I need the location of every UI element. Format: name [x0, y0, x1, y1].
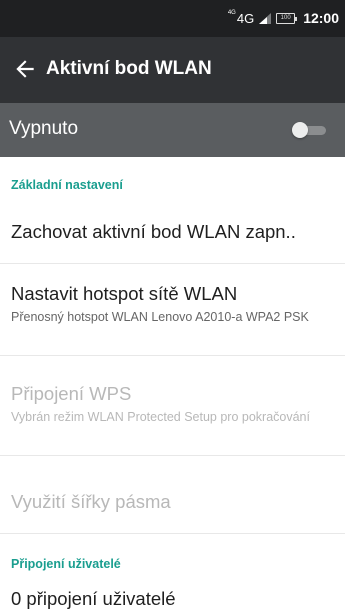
toolbar: Aktivní bod WLAN — [0, 37, 345, 103]
keep-hotspot-on-item[interactable]: Zachovat aktivní bod WLAN zapn.. — [11, 221, 296, 243]
section-header-basic: Základní nastavení — [11, 178, 123, 192]
hotspot-toggle[interactable] — [292, 122, 328, 138]
bandwidth-usage-item[interactable]: Využití šířky pásma — [11, 491, 171, 513]
page-title: Aktivní bod WLAN — [46, 58, 212, 79]
battery-icon: 100 — [276, 12, 298, 24]
network-indicator: 4G 4G — [227, 9, 255, 26]
wps-connection-item[interactable]: Připojení WPS — [11, 383, 131, 405]
wps-connection-summary: Vybrán režim WLAN Protected Setup pro po… — [11, 410, 310, 424]
clock: 12:00 — [303, 10, 339, 26]
master-switch-label: Vypnuto — [9, 118, 79, 139]
master-switch-bar[interactable]: Vypnuto — [0, 103, 345, 157]
arrow-left-icon[interactable] — [12, 56, 38, 82]
network-small-label: 4G — [227, 9, 236, 16]
toggle-thumb — [292, 122, 308, 138]
setup-hotspot-summary: Přenosný hotspot WLAN Lenovo A2010-a WPA… — [11, 310, 309, 324]
divider — [0, 533, 345, 534]
network-label: 4G — [236, 10, 255, 26]
divider — [0, 355, 345, 356]
setup-hotspot-item[interactable]: Nastavit hotspot sítě WLAN — [11, 283, 237, 305]
status-bar: 4G 4G 100 12:00 — [0, 0, 345, 37]
section-header-users: Připojení uživatelé — [11, 557, 121, 571]
divider — [0, 455, 345, 456]
battery-level: 100 — [280, 14, 291, 21]
connected-users-item[interactable]: 0 připojení uživatelé — [11, 588, 176, 610]
divider — [0, 263, 345, 264]
signal-icon — [259, 12, 272, 24]
status-icons: 4G 4G 100 12:00 — [228, 9, 339, 27]
